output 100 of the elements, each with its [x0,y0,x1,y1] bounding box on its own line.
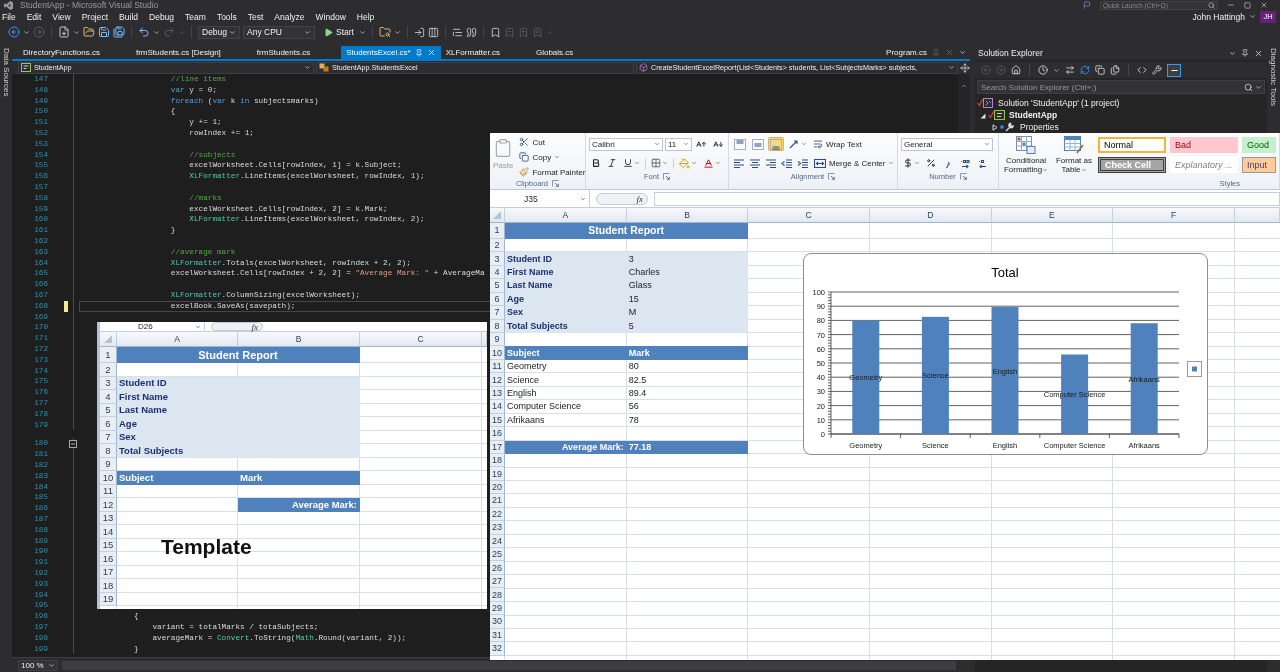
cell-style-option[interactable]: Input [1242,157,1276,173]
text-lines-icon[interactable] [451,26,463,38]
wrench-icon[interactable] [1152,65,1162,75]
row-number[interactable]: 10 [490,346,505,360]
back-icon[interactable] [8,26,20,38]
row-number[interactable]: 21 [490,494,505,508]
flag-icon[interactable] [1083,1,1091,9]
column-header[interactable]: B [238,332,360,347]
document-tab[interactable]: frmStudents.cs [Design] [130,46,252,59]
row-number[interactable]: 1 [100,347,117,363]
row-number[interactable]: 23 [490,521,505,535]
search-field[interactable]: Search Solution Explorer (Ctrl+;) [977,80,1265,94]
formula-field[interactable] [654,191,1280,206]
cell-style-option[interactable]: Explanatory ... [1170,157,1238,173]
menu-item[interactable]: Test [247,11,264,22]
font-size-dropdown[interactable]: 11 [665,137,692,151]
number-format-dropdown[interactable]: General [901,137,993,151]
column-header[interactable]: A [117,332,238,347]
row-number[interactable]: 26 [490,561,505,575]
insert-function-button[interactable]: fx [211,322,263,331]
row-number[interactable]: 18 [100,579,117,593]
insert-function-button[interactable]: fx [596,192,648,205]
cell-style-option[interactable]: Good [1242,137,1276,153]
underline-button[interactable] [621,156,642,170]
document-tab[interactable]: Globals.cs [530,46,605,59]
document-tab[interactable]: DirectoryFunctions.cs [18,46,131,59]
column-header[interactable]: B [626,208,749,223]
menu-item[interactable]: View [52,11,71,22]
expanded-arrow-icon[interactable] [980,111,986,119]
dialog-launcher-icon[interactable] [552,180,560,187]
name-box[interactable]: J35 [490,190,590,207]
menu-item[interactable]: Build [119,11,138,22]
wrap-text-button[interactable]: Wrap Text [811,138,864,150]
row-number[interactable]: 14 [100,525,117,539]
dialog-launcher-icon[interactable] [663,173,670,180]
stacked-squares-icon[interactable] [1095,65,1105,75]
align-right-icon[interactable] [765,157,777,169]
menu-item[interactable]: Tools [216,11,237,22]
menu-item[interactable]: Window [315,11,346,22]
copy-button[interactable]: Copy [517,151,588,163]
cell-style-option[interactable]: Normal [1098,137,1166,153]
font-family-dropdown[interactable]: Calibri [589,137,663,151]
font-color-button[interactable] [701,156,723,170]
chevron-up-icon[interactable] [960,82,968,90]
side-tab[interactable]: Diagnostic Tools [1269,46,1278,107]
column-header[interactable]: F [1113,208,1235,223]
tree-item[interactable]: Properties [1020,122,1059,132]
dialog-launcher-icon[interactable] [959,173,967,180]
name-box[interactable]: D26 [100,322,205,331]
menu-item[interactable]: Project [81,11,109,22]
row-number[interactable]: 4 [100,390,117,404]
row-number[interactable]: 10 [100,471,117,485]
start-button[interactable]: Start [322,25,356,39]
files-icon[interactable] [1110,65,1120,75]
minus-box-icon[interactable] [69,439,78,448]
move-arrows-icon[interactable] [960,62,970,73]
tree-item[interactable]: StudentApp [1009,110,1058,120]
document-tab[interactable]: StudentsExcel.cs* [341,46,441,59]
new-file-icon[interactable] [58,26,70,38]
conditional-formatting-button[interactable]: Conditional Formatting [1002,136,1050,178]
code-icon[interactable] [1137,65,1147,75]
menu-item[interactable]: Team [185,11,206,22]
column-header[interactable]: E [991,208,1114,223]
row-number[interactable]: 2 [100,363,117,377]
cut-button[interactable]: Cut [517,136,588,148]
refresh-icon[interactable] [1080,65,1090,75]
close-icon[interactable] [1254,48,1263,58]
document-tab[interactable]: XLFormatter.cs [440,46,531,59]
merge-center-button[interactable]: Merge & Center [812,157,897,169]
menu-item[interactable]: File [2,11,16,22]
align-center-icon[interactable] [749,157,761,169]
row-number[interactable]: 32 [490,642,505,656]
folder-search-icon[interactable] [378,26,391,38]
home-icon[interactable] [1011,65,1021,75]
fill-color-button[interactable] [677,156,699,170]
increase-decimal-icon[interactable] [960,157,972,169]
align-left-icon[interactable] [733,157,745,169]
menu-item[interactable]: Analyze [274,11,305,22]
column-header[interactable]: C [748,208,870,223]
columns-icon[interactable] [427,26,439,38]
save-icon[interactable] [98,26,110,38]
a-arrow-up-icon[interactable] [696,138,707,150]
maximize-icon[interactable] [1244,1,1251,9]
bold-icon[interactable] [591,158,601,168]
row-number[interactable]: 12 [100,498,117,512]
column-header[interactable]: D [869,208,992,223]
platform-dropdown[interactable]: Any CPU [243,25,315,39]
format-as-table-button[interactable]: Format as Table [1054,136,1094,178]
clock-icon[interactable] [1038,65,1048,75]
document-tab[interactable]: frmStudents.cs [251,46,342,59]
column-header[interactable]: A [505,208,627,223]
collapsed-arrow-icon[interactable] [992,123,998,131]
swap-arrows-icon[interactable] [1065,65,1075,75]
decrease-indent-icon[interactable] [781,157,793,169]
vertical-align-button[interactable] [768,137,784,151]
row-number[interactable]: 6 [100,417,117,431]
arrow-into-bracket-icon[interactable] [413,26,425,38]
row-number[interactable]: 28 [490,588,505,602]
side-tab[interactable]: Data Sources [1,46,11,97]
scrollbar[interactable] [62,660,956,670]
